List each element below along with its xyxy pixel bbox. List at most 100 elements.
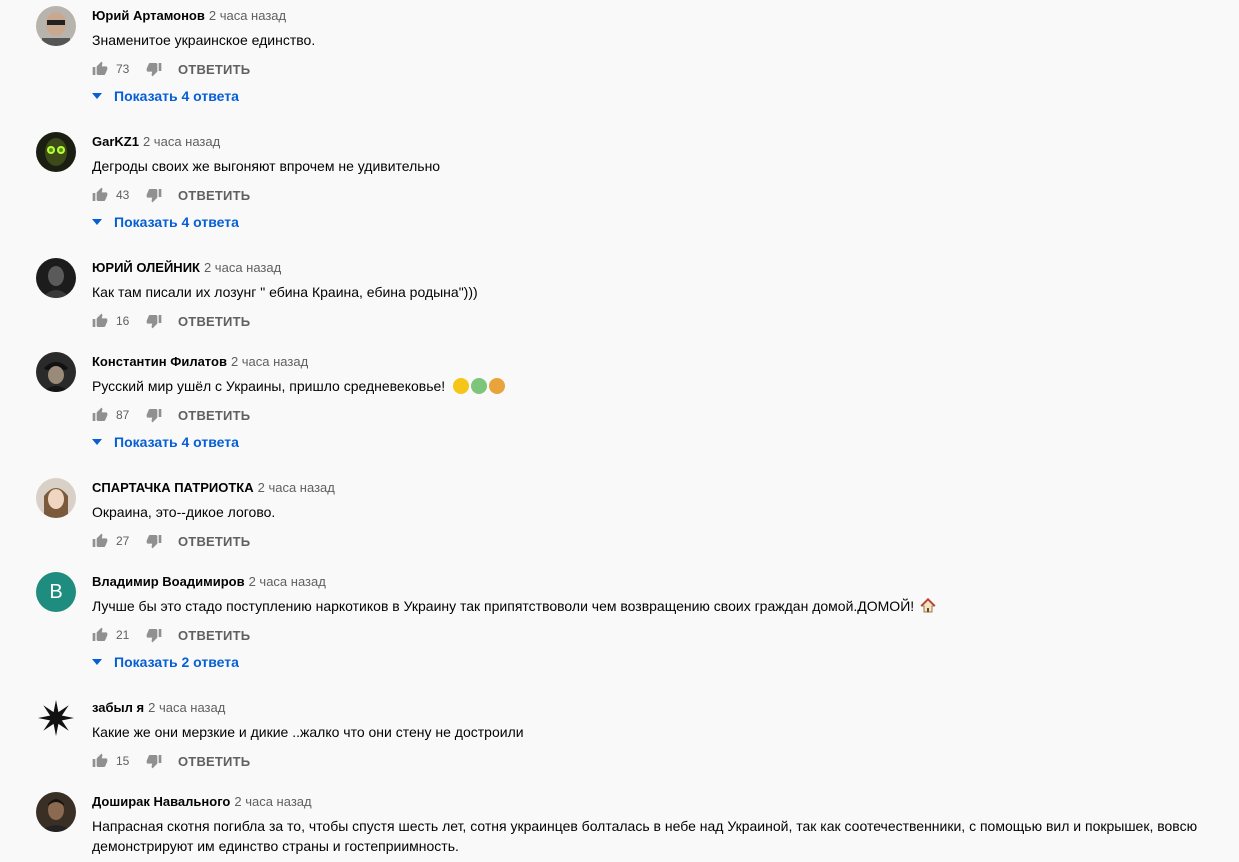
emoji-icon [453, 378, 470, 394]
comment-time[interactable]: 2 часа назад [148, 700, 225, 715]
author-name[interactable]: СПАРТАЧКА ПАТРИОТКА [92, 480, 254, 495]
like-count: 21 [116, 628, 130, 642]
comment-actions: 27 ОТВЕТИТЬ [92, 529, 250, 553]
comment-text: Окраина, это--дикое логово. [92, 504, 276, 520]
like-count: 16 [116, 314, 130, 328]
show-replies-button[interactable]: Показать 4 ответа [92, 86, 239, 106]
thumb-down-icon [146, 189, 162, 203]
comment-text: Русский мир ушёл с Украины, пришло средн… [92, 376, 1227, 396]
comment-time[interactable]: 2 часа назад [249, 574, 326, 589]
dislike-button[interactable] [146, 187, 162, 203]
avatar[interactable] [36, 698, 76, 738]
comment-actions: 21 ОТВЕТИТЬ [92, 623, 250, 647]
dislike-button[interactable] [146, 313, 162, 329]
like-button[interactable] [92, 313, 108, 329]
comment-time[interactable]: 2 часа назад [234, 794, 311, 809]
dislike-button[interactable] [146, 61, 162, 77]
comment-time[interactable]: 2 часа назад [231, 354, 308, 369]
like-count: 73 [116, 62, 130, 76]
avatar[interactable] [36, 352, 76, 392]
avatar[interactable] [36, 258, 76, 298]
thumb-down-icon [146, 409, 162, 423]
thumb-down-icon [146, 629, 162, 643]
like-button[interactable] [92, 753, 108, 769]
thumb-down-icon [146, 535, 162, 549]
avatar[interactable]: В [36, 572, 76, 612]
show-replies-label: Показать 4 ответа [114, 434, 239, 450]
caret-down-icon [92, 93, 102, 99]
like-count: 43 [116, 188, 130, 202]
thumb-down-icon [146, 315, 162, 329]
avatar[interactable] [36, 792, 76, 832]
comment-text: Дегроды своих же выгоняют впрочем не уди… [92, 158, 441, 174]
show-replies-button[interactable]: Показать 4 ответа [92, 212, 239, 232]
like-count: 87 [116, 408, 130, 422]
comment-actions: 15 ОТВЕТИТЬ [92, 749, 250, 773]
thumb-down-icon [146, 755, 162, 769]
dislike-button[interactable] [146, 753, 162, 769]
comment-time[interactable]: 2 часа назад [143, 134, 220, 149]
comment-actions: 87 ОТВЕТИТЬ [92, 403, 250, 427]
like-button[interactable] [92, 533, 108, 549]
thumb-up-icon [92, 533, 108, 547]
like-count: 27 [116, 534, 130, 548]
like-button[interactable] [92, 61, 108, 77]
thumb-up-icon [92, 407, 108, 421]
comment-text: Знаменитое украинское единство. [92, 32, 316, 48]
author-name[interactable]: Константин Филатов [92, 354, 227, 369]
show-replies-button[interactable]: Показать 4 ответа [92, 432, 239, 452]
comment-header: Владимир Воадимиров 2 часа назад [92, 574, 326, 590]
like-button[interactable] [92, 407, 108, 423]
like-button[interactable] [92, 187, 108, 203]
reply-button[interactable]: ОТВЕТИТЬ [178, 628, 250, 643]
comment-time[interactable]: 2 часа назад [204, 260, 281, 275]
comment-text: Лучше бы это стадо поступлению наркотико… [92, 596, 1227, 616]
comment-header: GarKZ1 2 часа назад [92, 134, 220, 150]
thumb-up-icon [92, 627, 108, 641]
thumb-down-icon [146, 63, 162, 77]
avatar[interactable] [36, 132, 76, 172]
author-name[interactable]: GarKZ1 [92, 134, 139, 149]
like-button[interactable] [92, 627, 108, 643]
author-name[interactable]: Владимир Воадимиров [92, 574, 245, 589]
avatar-letter: В [49, 580, 63, 603]
dislike-button[interactable] [146, 533, 162, 549]
author-name[interactable]: Юрий Артамонов [92, 8, 205, 23]
comment-actions: 16 ОТВЕТИТЬ [92, 309, 250, 333]
reply-button[interactable]: ОТВЕТИТЬ [178, 754, 250, 769]
author-name[interactable]: забыл я [92, 700, 144, 715]
comment-header: Константин Филатов 2 часа назад [92, 354, 308, 370]
caret-down-icon [92, 219, 102, 225]
thumb-up-icon [92, 313, 108, 327]
avatar[interactable] [36, 6, 76, 46]
reply-button[interactable]: ОТВЕТИТЬ [178, 314, 250, 329]
reply-button[interactable]: ОТВЕТИТЬ [178, 534, 250, 549]
author-name[interactable]: Доширак Навального [92, 794, 230, 809]
comment-header: ЮРИЙ ОЛЕЙНИК 2 часа назад [92, 260, 281, 276]
emoji-icon [471, 378, 488, 394]
comment-text-content: Русский мир ушёл с Украины, пришло средн… [92, 378, 446, 394]
comment-header: СПАРТАЧКА ПАТРИОТКА 2 часа назад [92, 480, 335, 496]
comment-text: Как там писали их лозунг " ебина Краина,… [92, 284, 478, 300]
comment-actions: 73 ОТВЕТИТЬ [92, 57, 250, 81]
dislike-button[interactable] [146, 407, 162, 423]
comment-actions: 43 ОТВЕТИТЬ [92, 183, 250, 207]
show-replies-label: Показать 4 ответа [114, 88, 239, 104]
show-replies-button[interactable]: Показать 2 ответа [92, 652, 239, 672]
comment-header: забыл я 2 часа назад [92, 700, 225, 716]
thumb-up-icon [92, 61, 108, 75]
author-name[interactable]: ЮРИЙ ОЛЕЙНИК [92, 260, 200, 275]
comment-text-content: Лучше бы это стадо поступлению наркотико… [92, 598, 915, 614]
avatar[interactable] [36, 478, 76, 518]
comment-time[interactable]: 2 часа назад [209, 8, 286, 23]
thumb-up-icon [92, 753, 108, 767]
reply-button[interactable]: ОТВЕТИТЬ [178, 408, 250, 423]
comment-text: Напрасная скотня погибла за то, чтобы сп… [92, 818, 1198, 854]
dislike-button[interactable] [146, 627, 162, 643]
like-count: 15 [116, 754, 130, 768]
comment-time[interactable]: 2 часа назад [258, 480, 335, 495]
caret-down-icon [92, 439, 102, 445]
reply-button[interactable]: ОТВЕТИТЬ [178, 188, 250, 203]
thumb-up-icon [92, 187, 108, 201]
reply-button[interactable]: ОТВЕТИТЬ [178, 62, 250, 77]
